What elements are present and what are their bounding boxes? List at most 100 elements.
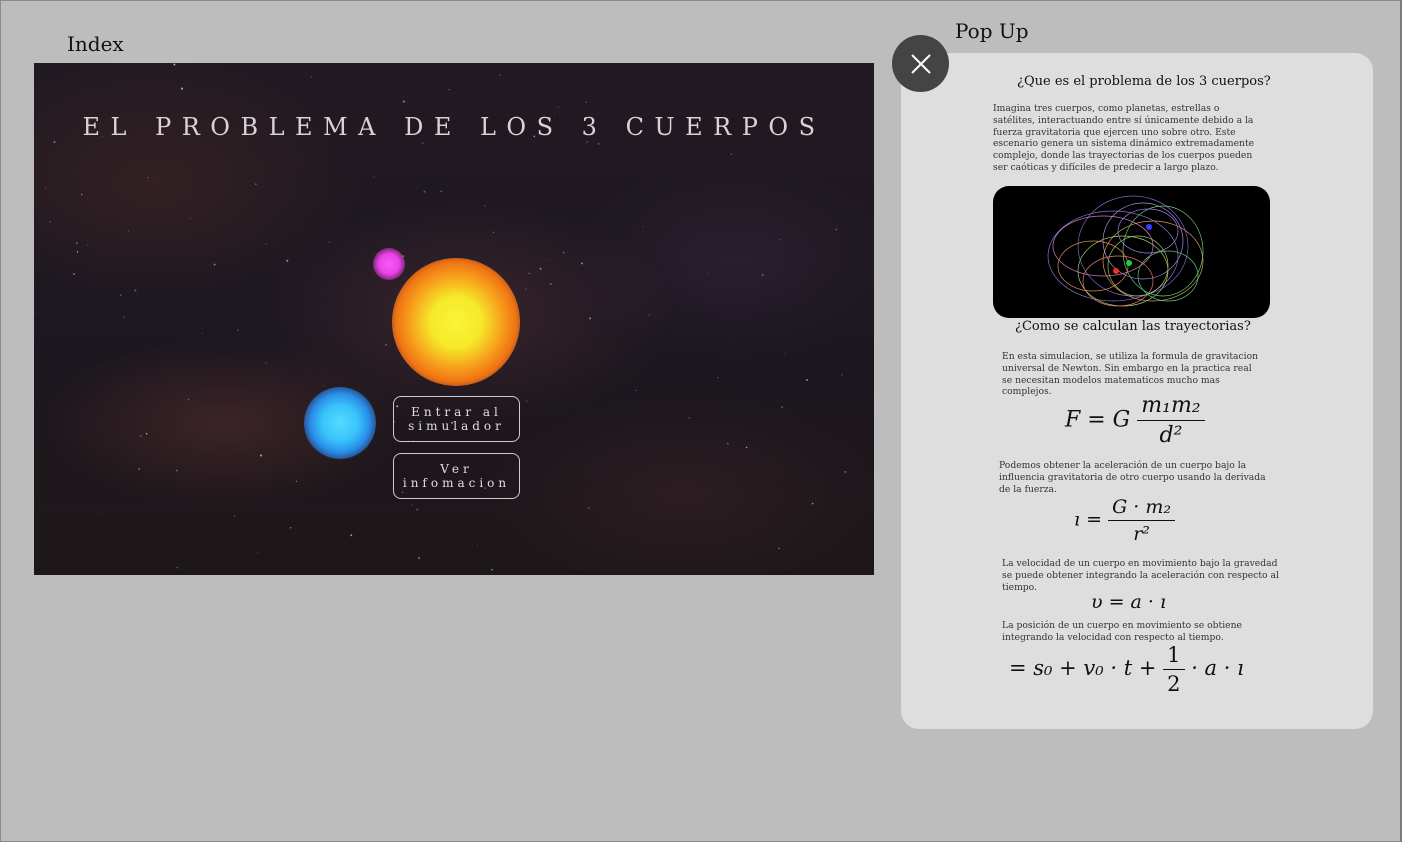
star bbox=[448, 89, 450, 91]
pink-planet bbox=[373, 248, 405, 280]
star bbox=[128, 230, 130, 232]
star bbox=[213, 263, 216, 266]
view-info-button[interactable]: Ver infomacion bbox=[393, 453, 520, 499]
acceleration-numerator: G · m₂ bbox=[1108, 496, 1176, 521]
star bbox=[254, 183, 257, 186]
star bbox=[484, 205, 486, 207]
star bbox=[123, 316, 125, 318]
star bbox=[311, 76, 313, 78]
star bbox=[350, 534, 353, 537]
star bbox=[580, 262, 583, 265]
star bbox=[257, 552, 259, 554]
star bbox=[648, 314, 650, 316]
index-frame: EL PROBLEMA DE LOS 3 CUERPOS Entrar al s… bbox=[34, 63, 874, 575]
star bbox=[367, 207, 369, 209]
star bbox=[844, 470, 847, 473]
star bbox=[525, 288, 527, 290]
star bbox=[707, 273, 709, 275]
star bbox=[811, 502, 814, 505]
index-frame-label: Index bbox=[67, 32, 124, 56]
force-fraction: m₁m₂ d² bbox=[1137, 393, 1205, 448]
star bbox=[385, 343, 388, 346]
star bbox=[80, 193, 83, 196]
star bbox=[778, 547, 780, 550]
star bbox=[491, 568, 493, 571]
star bbox=[562, 252, 565, 254]
popup-paragraph-velocity: La velocidad de un cuerpo en movimiento … bbox=[1002, 558, 1279, 593]
position-formula: = s₀ + v₀ · t + 1 2 · a · ı bbox=[1009, 643, 1244, 696]
star bbox=[53, 141, 56, 143]
green-body-marker bbox=[1126, 260, 1132, 266]
enter-simulator-button[interactable]: Entrar al simulador bbox=[393, 396, 520, 442]
popup-paragraph-newton: En esta simulacion, se utiliza la formul… bbox=[1002, 351, 1259, 398]
position-denominator: 2 bbox=[1167, 672, 1181, 696]
star bbox=[76, 251, 79, 253]
star bbox=[173, 63, 176, 66]
star bbox=[586, 141, 589, 143]
popup-paragraph-position: La posición de un cuerpo en movimiento s… bbox=[1002, 620, 1242, 643]
orbit-image bbox=[993, 186, 1270, 318]
star bbox=[176, 566, 178, 569]
popup-paragraph-acceleration: Podemos obtener la aceleración de un cue… bbox=[999, 460, 1266, 495]
star bbox=[839, 325, 841, 327]
force-formula: F = G m₁m₂ d² bbox=[1065, 393, 1205, 448]
star bbox=[550, 283, 552, 285]
star bbox=[176, 469, 178, 472]
acceleration-formula-lhs: ı = bbox=[1074, 508, 1103, 531]
star bbox=[147, 176, 149, 179]
star bbox=[745, 446, 748, 449]
star bbox=[597, 143, 600, 145]
star bbox=[423, 190, 426, 193]
acceleration-formula: ı = G · m₂ r² bbox=[1074, 496, 1176, 545]
force-formula-lhs: F = G bbox=[1065, 407, 1131, 433]
star bbox=[717, 376, 719, 379]
star bbox=[134, 289, 137, 292]
info-popup: ¿Que es el problema de los 3 cuerpos? Im… bbox=[901, 53, 1373, 729]
star bbox=[784, 353, 786, 355]
star bbox=[286, 259, 289, 262]
close-popup-button[interactable] bbox=[892, 35, 949, 92]
blue-planet bbox=[304, 387, 376, 459]
sun-body bbox=[392, 258, 520, 386]
star bbox=[762, 274, 764, 276]
star bbox=[44, 188, 46, 190]
star bbox=[588, 507, 590, 509]
star bbox=[289, 526, 292, 529]
star bbox=[841, 374, 843, 376]
star bbox=[76, 242, 78, 244]
star bbox=[546, 259, 547, 261]
position-formula-lhs: = s₀ + v₀ · t + bbox=[1009, 656, 1157, 680]
star bbox=[265, 362, 267, 364]
force-denominator: d² bbox=[1159, 423, 1183, 448]
star bbox=[237, 329, 239, 332]
star bbox=[528, 272, 530, 274]
star bbox=[585, 101, 588, 103]
blue-body-marker bbox=[1146, 224, 1152, 230]
star bbox=[190, 218, 191, 220]
star bbox=[477, 545, 479, 547]
red-body-marker bbox=[1113, 268, 1119, 274]
star bbox=[421, 142, 424, 144]
star bbox=[49, 220, 52, 223]
star bbox=[373, 176, 375, 178]
acceleration-denominator: r² bbox=[1133, 523, 1150, 545]
star bbox=[781, 406, 783, 408]
position-fraction: 1 2 bbox=[1163, 643, 1185, 696]
star bbox=[499, 74, 501, 76]
star bbox=[119, 294, 122, 297]
star bbox=[323, 385, 325, 387]
position-numerator: 1 bbox=[1163, 643, 1185, 670]
star bbox=[328, 241, 330, 243]
main-title: EL PROBLEMA DE LOS 3 CUERPOS bbox=[82, 113, 826, 141]
star bbox=[34, 311, 35, 314]
star bbox=[557, 106, 559, 108]
star bbox=[260, 454, 263, 457]
star bbox=[492, 231, 495, 233]
star bbox=[730, 153, 733, 155]
star bbox=[539, 267, 542, 270]
star bbox=[688, 417, 690, 419]
star bbox=[525, 400, 528, 403]
star bbox=[635, 389, 637, 391]
star bbox=[233, 514, 236, 517]
force-numerator: m₁m₂ bbox=[1137, 393, 1205, 421]
